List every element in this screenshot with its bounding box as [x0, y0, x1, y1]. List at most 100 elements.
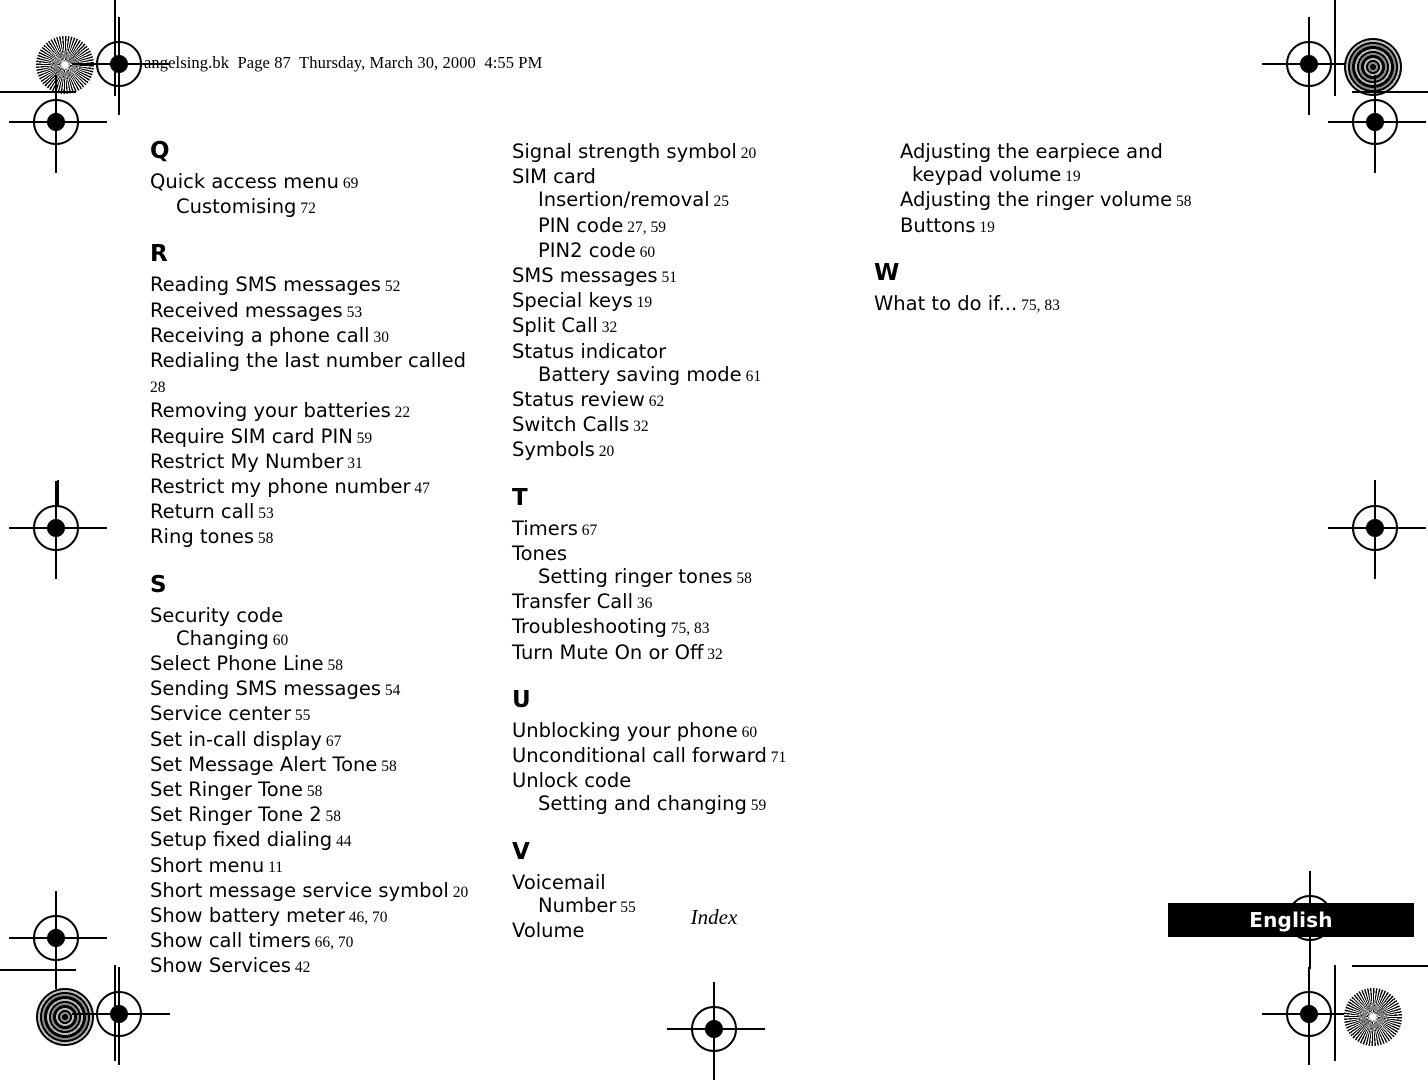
- index-entry-text: Return call: [150, 500, 255, 524]
- index-entry-text: Setting and changing: [538, 792, 747, 816]
- index-entry-text: Unblocking your phone: [512, 718, 738, 742]
- index-entry: Service center 55: [150, 702, 480, 727]
- index-entry-text: Unlock code: [512, 769, 632, 793]
- index-entry-pages: 75, 83: [1017, 296, 1060, 314]
- registration-mark-bottom-right-inner: [1262, 967, 1360, 1065]
- index-entry: Special keys 19: [512, 289, 842, 314]
- index-subentry: Setting ringer tones 58: [512, 565, 842, 590]
- index-entry-pages: 58: [303, 783, 323, 801]
- index-section-t: T Timers 67 Tones Setting ringer tones 58 Tr…: [512, 486, 842, 666]
- index-entry-text: Set Message Alert Tone: [150, 752, 378, 776]
- index-entry-pages: 32: [629, 418, 649, 436]
- index-entry: Signal strength symbol 20: [512, 140, 842, 165]
- index-entry-text: SIM card: [512, 165, 596, 189]
- index-entry-pages: 61: [741, 367, 762, 385]
- index-entry: Set in-call display 67: [150, 728, 480, 753]
- index-entry-pages: 53: [342, 303, 363, 321]
- index-entry-text: Removing your batteries: [150, 399, 391, 423]
- index-entry-pages: 36: [633, 595, 653, 613]
- index-entry-pages: 71: [766, 749, 787, 767]
- resolution-target-bottom-right: [1344, 988, 1402, 1046]
- index-entry-text: Set Ringer Tone 2: [150, 803, 322, 827]
- index-entry: Transfer Call 36: [512, 590, 842, 615]
- index-entry-text: Service center: [150, 702, 292, 726]
- index-entry-text: Split Call: [512, 314, 598, 338]
- index-entry-text: Show Services: [150, 954, 292, 978]
- index-entry-pages: 67: [321, 732, 342, 750]
- index-entry-text: Restrict my phone number: [150, 475, 411, 499]
- index-entry-text: Turn Mute On or Off: [512, 640, 704, 664]
- index-entry-text: Timers: [512, 516, 578, 540]
- index-entry-pages: 22: [390, 404, 411, 422]
- index-entry-pages: 60: [737, 723, 758, 741]
- index-entry-text: Set Ringer Tone: [150, 778, 304, 802]
- index-section-w: W What to do if... 75, 83: [874, 261, 1219, 317]
- index-entry: Require SIM card PIN 59: [150, 425, 480, 450]
- index-entry-pages: 19: [632, 294, 653, 312]
- index-entry-pages: 42: [291, 959, 311, 977]
- trim-line-left-lower-horizontal: [0, 969, 76, 971]
- index-subentry: Battery saving mode 61: [512, 363, 842, 388]
- index-entry: Reading SMS messages 52: [150, 273, 480, 298]
- index-entry-text: Reading SMS messages: [150, 273, 381, 297]
- index-entry-pages: 66, 70: [310, 934, 354, 952]
- index-section-u: U Unblocking your phone 60 Unconditional c…: [512, 688, 842, 818]
- index-entry-text: Ring tones: [150, 525, 254, 549]
- index-entry-pages: 32: [703, 645, 723, 663]
- index-entry: Voicemail: [512, 871, 842, 894]
- index-entry-pages: 44: [332, 833, 352, 851]
- index-entry: Tones: [512, 542, 842, 565]
- index-entry-text: Changing: [176, 626, 269, 650]
- index-entry-pages: 27, 59: [623, 218, 666, 236]
- index-entry: Troubleshooting 75, 83: [512, 615, 842, 640]
- index-entry-pages: 69: [338, 175, 359, 192]
- trim-line-right-middle: [1374, 480, 1376, 506]
- index-entry-text: Troubleshooting: [512, 615, 667, 639]
- index-entry: Status indicator: [512, 340, 842, 363]
- index-entry-pages: 58: [377, 757, 397, 775]
- index-entry-text: Show call timers: [150, 929, 311, 953]
- page-slug-line: angelsing.bk Page 87 Thursday, March 30,…: [144, 53, 543, 72]
- index-entry: Show call timers 66, 70: [150, 929, 480, 954]
- index-entry: Short menu 11: [150, 854, 480, 879]
- index-entry: Symbols 20: [512, 438, 842, 463]
- index-entry-text: Customising: [176, 195, 297, 219]
- index-entry-text: PIN code: [538, 213, 624, 237]
- index-subentry: PIN code 27, 59: [512, 214, 842, 239]
- index-entry: Return call 53: [150, 500, 480, 525]
- index-entry-pages: 60: [268, 631, 289, 649]
- index-entry-text: Transfer Call: [512, 590, 634, 614]
- section-letter-heading: Q: [150, 138, 170, 164]
- trim-line-top-right-vertical: [1334, 0, 1336, 96]
- index-entry-pages: 54: [381, 682, 401, 700]
- index-entry: Quick access menu 69: [150, 170, 480, 195]
- index-entry: Restrict my phone number 47: [150, 475, 480, 500]
- registration-mark-left-upper: [9, 75, 107, 173]
- index-entry-text: Unconditional call forward: [512, 744, 767, 768]
- index-entry-pages: 59: [746, 797, 767, 815]
- trim-line-top-left-vertical: [114, 0, 116, 96]
- index-entry: Status review 62: [512, 388, 842, 413]
- index-entry-pages: 51: [657, 269, 677, 287]
- index-entry: SMS messages 51: [512, 264, 842, 289]
- index-entry-pages: 58: [1172, 193, 1192, 211]
- index-entry: Removing your batteries 22: [150, 399, 480, 424]
- index-entry-text: Require SIM card PIN: [150, 424, 353, 448]
- index-entry-text: Short message service symbol: [150, 878, 449, 902]
- density-target-bottom-left: [36, 988, 94, 1046]
- index-entry-text: Adjusting the earpiece and keypad volume: [900, 140, 1163, 187]
- index-entry: SIM card: [512, 165, 842, 188]
- index-entry-pages: 55: [291, 707, 311, 725]
- index-section-continued: Signal strength symbol 20 SIM card Inserti…: [512, 140, 842, 464]
- index-entry-pages: 75, 83: [666, 620, 710, 638]
- index-entry-text: Insertion/removal: [538, 188, 710, 212]
- index-entry: Ring tones 58: [150, 525, 480, 550]
- registration-mark-bottom-left-inner: [72, 967, 170, 1065]
- index-subentry: PIN2 code 60: [512, 239, 842, 264]
- index-entry-pages: 72: [296, 200, 316, 218]
- index-entry-pages: 30: [369, 328, 389, 346]
- index-subentry: Buttons 19: [874, 214, 1219, 239]
- index-entry-pages: 25: [709, 193, 730, 211]
- index-entry: Redialing the last number called 28: [150, 349, 480, 399]
- registration-mark-right-middle: [1328, 481, 1426, 579]
